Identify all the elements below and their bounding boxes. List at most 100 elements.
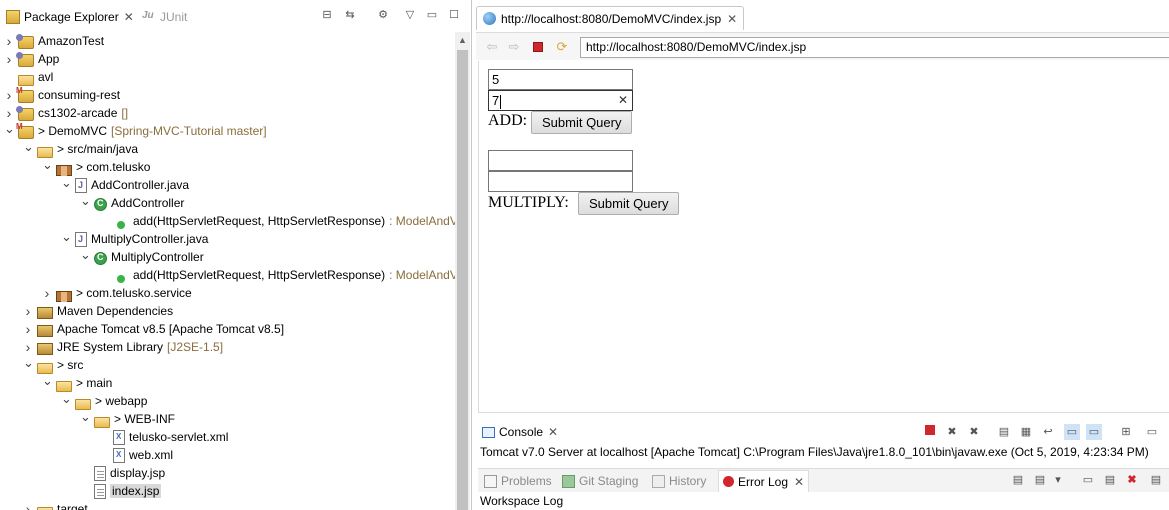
chevron-down-icon[interactable]: ⌄ [4,122,15,136]
tab-package-explorer[interactable]: Package Explorer ✕ [6,6,134,28]
dropdown-icon[interactable]: ▾ [1050,472,1066,488]
scroll-up-icon[interactable]: ▲ [455,32,470,48]
chevron-down-icon[interactable]: ⌄ [80,248,91,262]
chevron-right-icon[interactable]: › [4,34,14,48]
tree-item[interactable]: ⌄ > src/main/java [23,140,138,158]
add-number-2-input[interactable]: 7 ✕ [488,90,633,111]
export-log-icon[interactable]: ▤ [1010,472,1026,488]
scrollbar-thumb[interactable] [457,50,468,510]
tab-problems[interactable]: Problems [484,472,552,490]
tab-error-log[interactable]: Error Log ✕ [718,470,810,492]
tree-item[interactable]: ⌄ AddController.java [61,176,189,194]
tree-item[interactable]: › AmazonTest [4,32,104,50]
tab-index-jsp[interactable]: http://localhost:8080/DemoMVC/index.jsp … [476,6,745,30]
chevron-right-icon[interactable]: › [23,502,33,510]
maximize-icon[interactable]: ☐ [446,6,462,22]
clear-console-icon[interactable]: ▤ [996,424,1012,440]
url-bar[interactable]: http://localhost:8080/DemoMVC/index.jsp [580,37,1169,58]
chevron-down-icon[interactable]: ⌄ [80,410,91,424]
chevron-down-icon[interactable]: ⌄ [23,356,34,370]
terminate-icon[interactable] [922,424,938,440]
tree-item[interactable]: ⌄ MultiplyController [80,248,204,266]
open-console-icon[interactable]: ▭ [1144,424,1160,440]
tree-item[interactable]: ⌄ > main [42,374,112,392]
forward-arrow-icon[interactable]: ⇨ [506,39,522,55]
link-with-editor-icon[interactable]: ⇆ [342,6,358,22]
scroll-lock-icon[interactable]: ▦ [1018,424,1034,440]
remove-launch-icon[interactable]: ✖ [944,424,960,440]
open-log-icon[interactable]: ▤ [1148,472,1164,488]
tab-junit[interactable]: Ju JUnit [142,6,187,28]
tree-item[interactable]: display.jsp [80,464,165,482]
tree-item[interactable]: ⌄ > WEB-INF [80,410,175,428]
tree-item[interactable]: index.jsp [80,482,162,500]
chevron-right-icon[interactable]: › [4,88,14,102]
chevron-right-icon[interactable]: › [23,340,33,354]
package-icon [56,164,72,176]
filters-icon[interactable]: ⚙ [375,6,391,22]
close-icon[interactable]: ✕ [124,10,134,24]
tree-item[interactable]: › > com.telusko.service [42,284,192,302]
tree-item[interactable]: › App [4,50,59,68]
import-log-icon[interactable]: ▤ [1032,472,1048,488]
chevron-right-icon[interactable]: › [23,322,33,336]
delete-icon[interactable]: ✖ [1124,472,1140,488]
tree-item[interactable]: telusko-servlet.xml [99,428,228,446]
tab-label: Error Log [738,474,789,489]
add-submit-button[interactable]: Submit Query [531,111,633,134]
chevron-down-icon[interactable]: ⌄ [80,194,91,208]
multiply-number-2-input[interactable] [488,171,633,192]
tree-item[interactable]: › JRE System Library [J2SE-1.5] [23,338,223,356]
tab-history[interactable]: History [652,472,706,490]
stop-icon[interactable] [530,39,546,55]
close-icon[interactable]: ✕ [794,475,804,489]
chevron-down-icon[interactable]: ⌄ [61,176,72,190]
chevron-right-icon[interactable]: › [42,286,52,300]
tree-item[interactable]: › target [23,500,88,510]
remove-all-terminated-icon[interactable]: ✖ [966,424,982,440]
tree-item[interactable]: ⌄ AddController [80,194,184,212]
chevron-down-icon[interactable]: ⌄ [42,374,53,388]
word-wrap-icon[interactable]: ↩ [1040,424,1056,440]
tree-item[interactable]: web.xml [99,446,173,464]
close-icon[interactable]: ✕ [727,12,737,26]
tree-item[interactable]: add(HttpServletRequest, HttpServletRespo… [99,266,455,284]
tree-item[interactable]: ⌄ > com.telusko [42,158,150,176]
tree-item[interactable]: ⌄ > DemoMVC[Spring-MVC-Tutorial master] [4,122,267,140]
clear-icon[interactable]: ✕ [618,91,628,110]
tree-item[interactable]: › Apache Tomcat v8.5 [Apache Tomcat v8.5] [23,320,284,338]
tree-item-label: JRE System Library [57,340,164,354]
chevron-down-icon[interactable]: ⌄ [42,158,53,172]
delete-log-icon[interactable]: ▤ [1102,472,1118,488]
multiply-number-1-input[interactable] [488,150,633,171]
show-on-stdout-icon[interactable]: ▭ [1064,424,1080,440]
collapse-all-icon[interactable]: ⊟ [319,6,335,22]
tree-item[interactable]: › consuming-rest [4,86,120,104]
pin-console-icon[interactable]: ⊞ [1118,424,1134,440]
tree-item[interactable]: ⌄ > src [23,356,83,374]
chevron-down-icon[interactable]: ⌄ [61,392,72,406]
chevron-right-icon[interactable]: › [4,52,14,66]
show-on-stderr-icon[interactable]: ▭ [1086,424,1102,440]
tree-item[interactable]: ⌄ MultiplyController.java [61,230,208,248]
minimize-icon[interactable]: ▭ [424,6,440,22]
close-icon[interactable]: ✕ [548,425,558,439]
back-arrow-icon[interactable]: ⇦ [484,39,500,55]
add-number-1-input[interactable]: 5 [488,69,633,90]
chevron-down-icon[interactable]: ⌄ [23,140,34,154]
tab-console[interactable]: Console ✕ [482,421,558,443]
tree-scrollbar[interactable]: ▲ [455,32,470,510]
tree-item[interactable]: › cs1302-arcade[] [4,104,128,122]
tab-git-staging[interactable]: Git Staging [562,472,638,490]
view-menu-icon[interactable]: ▽ [402,6,418,22]
chevron-right-icon[interactable]: › [4,106,14,120]
refresh-icon[interactable]: ⟳ [554,39,570,55]
tree-item[interactable]: avl [4,68,53,86]
tree-item[interactable]: add(HttpServletRequest, HttpServletRespo… [99,212,455,230]
clear-log-icon[interactable]: ▭ [1080,472,1096,488]
tree-item[interactable]: ⌄ > webapp [61,392,147,410]
multiply-submit-button[interactable]: Submit Query [578,192,680,215]
tree-item[interactable]: › Maven Dependencies [23,302,173,320]
chevron-down-icon[interactable]: ⌄ [61,230,72,244]
chevron-right-icon[interactable]: › [23,304,33,318]
